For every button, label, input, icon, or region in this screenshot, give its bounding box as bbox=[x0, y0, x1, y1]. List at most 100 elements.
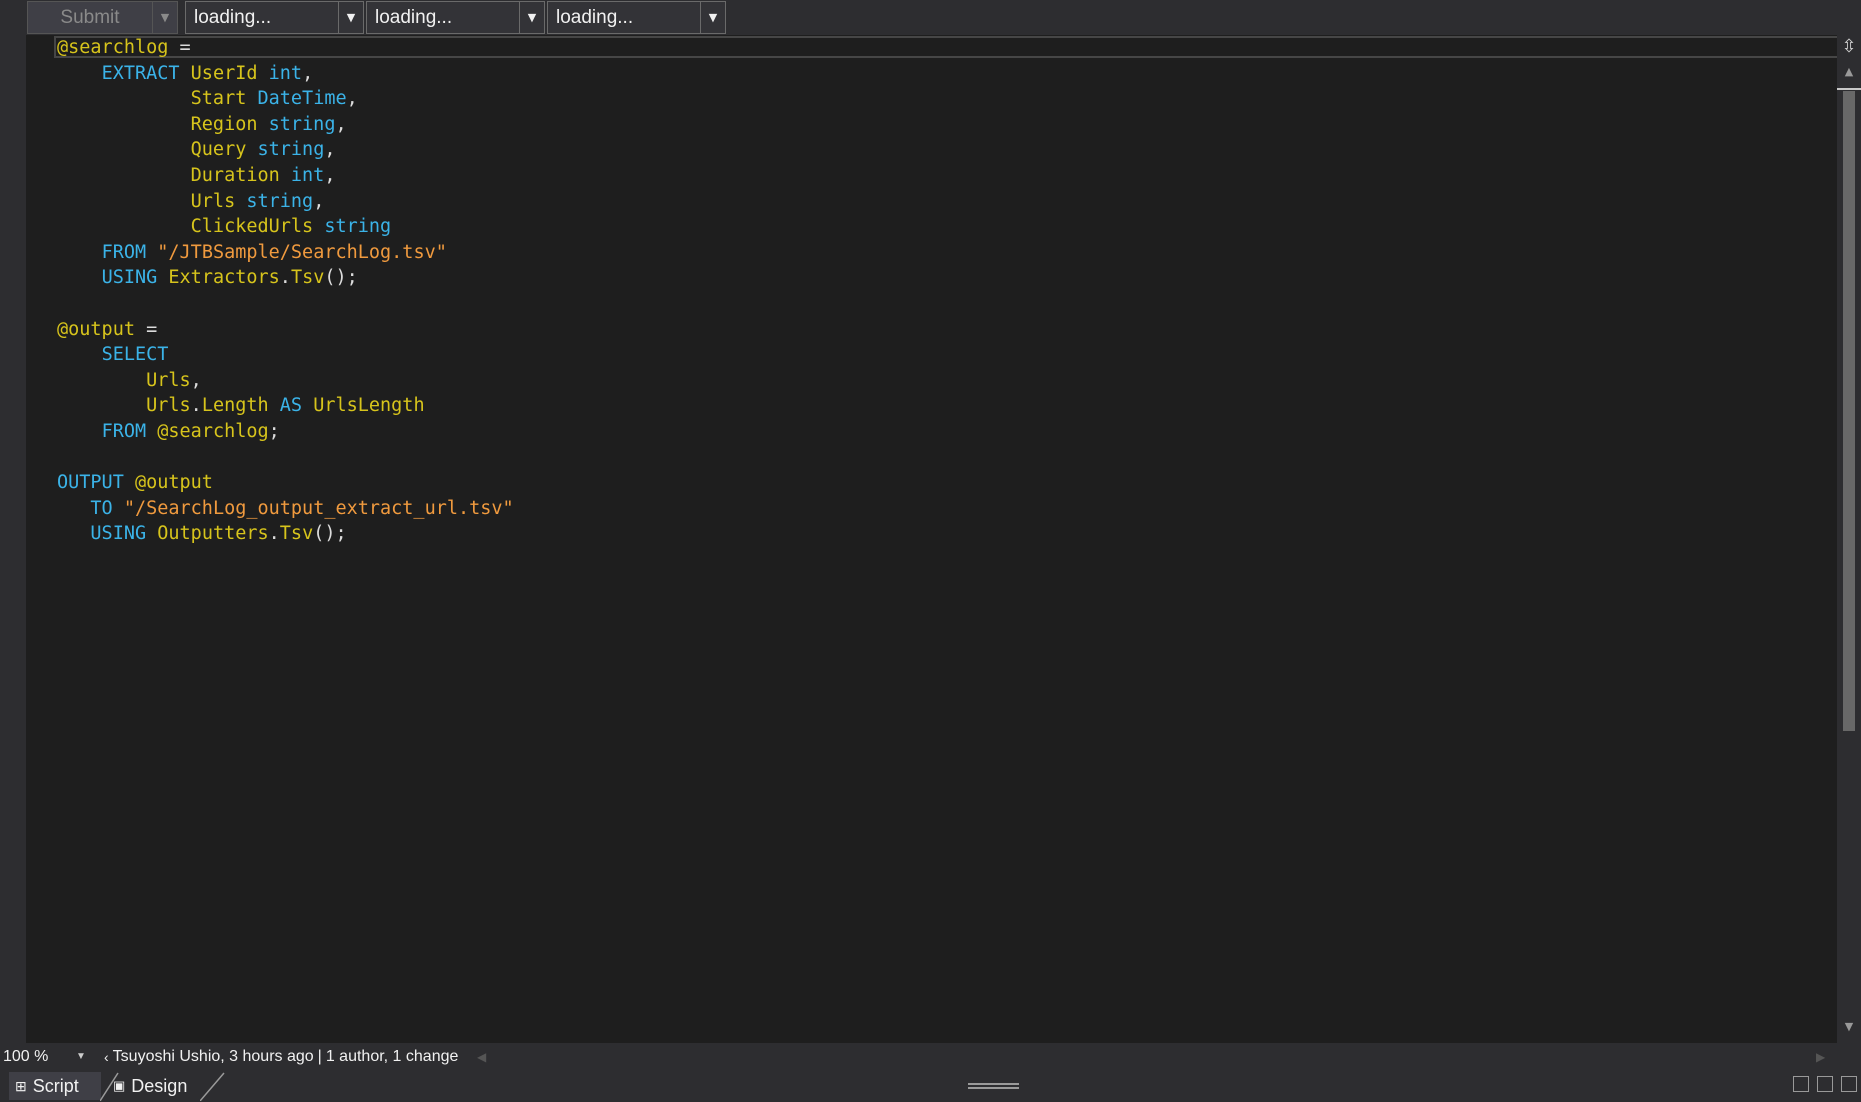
code-line[interactable]: Region string, bbox=[57, 112, 514, 138]
code-token: AS bbox=[279, 395, 303, 417]
code-token: . bbox=[268, 523, 280, 545]
code-token: int bbox=[268, 62, 303, 84]
code-token: FROM bbox=[101, 420, 147, 442]
code-token: FROM bbox=[101, 241, 147, 263]
collapse-pane-icon[interactable] bbox=[1841, 1076, 1857, 1092]
code-line[interactable]: Start DateTime, bbox=[57, 86, 514, 112]
blame-separator: | bbox=[317, 1048, 322, 1065]
splitter-grip[interactable] bbox=[968, 1083, 1019, 1089]
code-line[interactable]: SELECT bbox=[57, 342, 514, 368]
code-line[interactable]: ClickedUrls string bbox=[57, 214, 514, 240]
code-token: DateTime bbox=[257, 88, 347, 110]
chevron-down-icon[interactable]: ▼ bbox=[519, 2, 544, 33]
code-line[interactable]: FROM "/JTBSample/SearchLog.tsv" bbox=[57, 240, 514, 266]
code-token: , bbox=[190, 369, 202, 391]
code-token: Duration bbox=[190, 164, 280, 186]
submit-dropdown-arrow[interactable]: ▼ bbox=[153, 1, 178, 34]
code-token: ; bbox=[268, 420, 280, 442]
code-line[interactable]: USING Outputters.Tsv(); bbox=[57, 521, 514, 547]
code-line[interactable]: @output = bbox=[57, 317, 514, 343]
code-line[interactable]: Urls string, bbox=[57, 189, 514, 215]
code-token: Urls bbox=[146, 395, 191, 417]
code-token: ClickedUrls bbox=[190, 216, 314, 238]
code-line[interactable] bbox=[57, 445, 514, 471]
code-token: Length bbox=[201, 395, 269, 417]
blame-changes[interactable]: 1 author, 1 change bbox=[326, 1048, 459, 1066]
code-token: string bbox=[246, 190, 314, 212]
script-icon: ⊞ bbox=[15, 1077, 27, 1094]
code-line[interactable]: EXTRACT UserId int, bbox=[57, 61, 514, 87]
chevron-down-icon[interactable]: ▼ bbox=[76, 1043, 86, 1071]
zoom-level[interactable]: 100 % bbox=[3, 1043, 48, 1071]
code-token: UrlsLength bbox=[313, 395, 425, 417]
chevron-down-icon[interactable]: ▼ bbox=[700, 2, 725, 33]
horizontal-split-icon[interactable] bbox=[1817, 1076, 1833, 1092]
code-line[interactable]: USING Extractors.Tsv(); bbox=[57, 265, 514, 291]
chevron-down-icon[interactable]: ▼ bbox=[1837, 1020, 1861, 1036]
vertical-split-icon[interactable] bbox=[1793, 1076, 1809, 1092]
bottom-tab-bar: ⊞ Script ▣ Design bbox=[0, 1071, 1861, 1102]
code-line[interactable]: Duration int, bbox=[57, 163, 514, 189]
code-line[interactable]: OUTPUT @output bbox=[57, 470, 514, 496]
code-content[interactable]: @searchlog = EXTRACT UserId int, Start D… bbox=[57, 35, 514, 547]
code-token: OUTPUT bbox=[57, 472, 124, 494]
account-combo[interactable]: loading... ▼ bbox=[185, 1, 364, 34]
chevron-left-icon[interactable]: ◀ bbox=[477, 1043, 486, 1071]
database-combo[interactable]: loading... ▼ bbox=[366, 1, 545, 34]
submit-split-button: Submit ▼ bbox=[27, 1, 178, 34]
code-token: @searchlog bbox=[57, 37, 169, 58]
vertical-scrollbar[interactable]: ⇳ ▲ ▼ bbox=[1837, 35, 1861, 1043]
split-editor-icon[interactable]: ⇳ bbox=[1837, 35, 1861, 59]
chevron-up-icon[interactable]: ▲ bbox=[1837, 65, 1861, 81]
code-token: , bbox=[302, 62, 314, 84]
tab-divider bbox=[200, 1072, 225, 1101]
code-token: USING bbox=[101, 267, 158, 289]
code-line[interactable]: Query string, bbox=[57, 137, 514, 163]
code-token: , bbox=[324, 164, 336, 186]
view-layout-buttons bbox=[1793, 1076, 1857, 1092]
submit-button[interactable]: Submit bbox=[27, 1, 153, 34]
chevron-right-icon[interactable]: ▶ bbox=[1816, 1043, 1825, 1071]
codelens-blame[interactable]: ‹ Tsuyoshi Ushio, 3 hours ago | 1 author… bbox=[104, 1043, 458, 1071]
code-token: USING bbox=[90, 523, 147, 545]
code-token: string bbox=[268, 113, 336, 135]
code-token: Urls bbox=[146, 369, 191, 391]
tab-script[interactable]: ⊞ Script bbox=[9, 1072, 101, 1100]
code-token: , bbox=[335, 113, 347, 135]
blame-author[interactable]: Tsuyoshi Ushio, 3 hours ago bbox=[113, 1048, 314, 1066]
scrollbar-thumb[interactable] bbox=[1843, 91, 1855, 731]
code-line[interactable]: FROM @searchlog; bbox=[57, 419, 514, 445]
code-line[interactable]: TO "/SearchLog_output_extract_url.tsv" bbox=[57, 496, 513, 522]
code-token: . bbox=[279, 267, 291, 289]
code-token: Tsv bbox=[279, 523, 314, 545]
code-editor[interactable]: @searchlog = EXTRACT UserId int, Start D… bbox=[26, 35, 1859, 1043]
schema-combo[interactable]: loading... ▼ bbox=[547, 1, 726, 34]
code-line[interactable]: Urls.Length AS UrlsLength bbox=[57, 393, 514, 419]
code-token: Urls bbox=[190, 190, 236, 212]
code-token: Extractors bbox=[168, 267, 280, 289]
code-line[interactable] bbox=[57, 291, 514, 317]
tab-design[interactable]: ▣ Design bbox=[107, 1072, 215, 1100]
chevron-down-icon[interactable]: ▼ bbox=[338, 2, 363, 33]
code-line[interactable]: @searchlog = bbox=[57, 35, 514, 61]
code-line[interactable]: Urls, bbox=[57, 368, 514, 394]
editor-status-bar: 100 % ▼ ‹ Tsuyoshi Ushio, 3 hours ago | … bbox=[0, 1043, 1861, 1071]
